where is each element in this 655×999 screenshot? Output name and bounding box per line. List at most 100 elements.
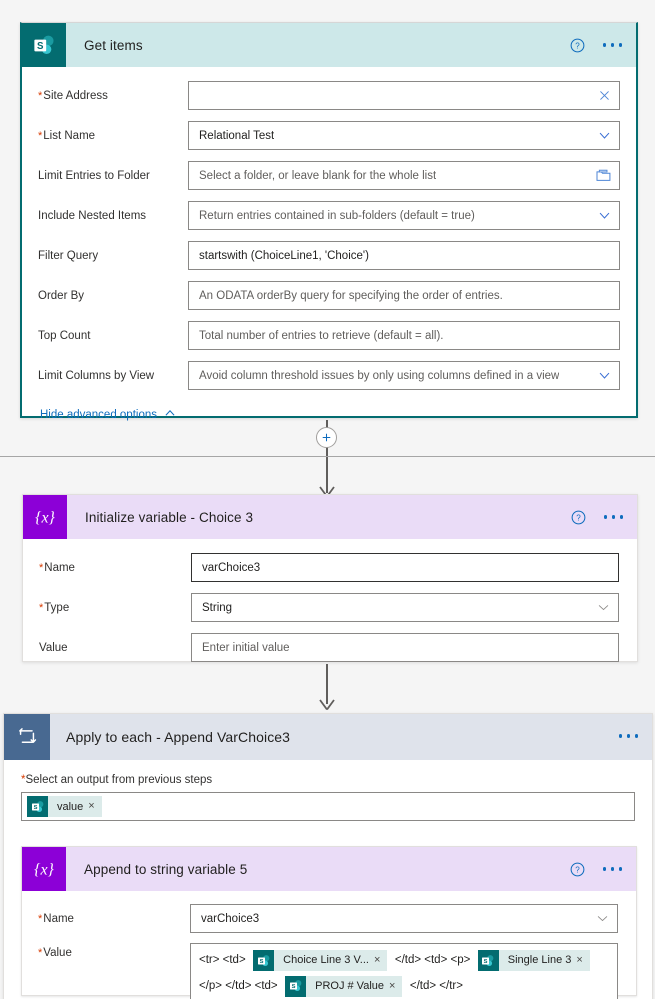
token-label: PROJ # Value bbox=[315, 979, 384, 992]
html-text-fragment: </td> </tr> bbox=[409, 979, 463, 992]
field-row-filter-query: Filter Query startswith (ChoiceLine1, 'C… bbox=[38, 241, 620, 270]
ellipsis-icon[interactable] bbox=[602, 509, 626, 525]
svg-text:S: S bbox=[291, 984, 295, 990]
folder-icon[interactable] bbox=[590, 169, 611, 182]
field-row-limit-entries-to-folder: Limit Entries to Folder Select a folder,… bbox=[38, 161, 620, 190]
token-label: Choice Line 3 V... bbox=[283, 954, 369, 967]
token-chip-single-line-3[interactable]: S Single Line 3 × bbox=[477, 950, 590, 972]
plus-icon bbox=[322, 433, 331, 442]
token-remove-icon[interactable]: × bbox=[374, 955, 387, 966]
initialize-variable-header[interactable]: {x} Initialize variable - Choice 3 ? bbox=[23, 495, 637, 539]
sharepoint-icon: S bbox=[477, 950, 499, 972]
token-label: value bbox=[57, 800, 84, 813]
html-text-fragment: </td> <td> <p> bbox=[394, 954, 471, 967]
append-name-dropdown[interactable]: varChoice3 bbox=[190, 904, 618, 933]
close-icon[interactable] bbox=[592, 89, 611, 102]
label-top-count: Top Count bbox=[38, 329, 91, 342]
token-chip-value[interactable]: S value × bbox=[27, 796, 102, 817]
apply-to-each-header[interactable]: Apply to each - Append VarChoice3 bbox=[4, 714, 652, 760]
svg-text:?: ? bbox=[575, 41, 580, 50]
field-row-variable-value: Value Enter initial value bbox=[39, 633, 619, 662]
hide-advanced-options-link[interactable]: Hide advanced options bbox=[38, 407, 620, 422]
chevron-down-icon[interactable] bbox=[592, 209, 611, 222]
svg-text:{x}: {x} bbox=[34, 862, 54, 879]
svg-text:S: S bbox=[33, 805, 37, 811]
include-nested-items-dropdown[interactable]: Return entries contained in sub-folders … bbox=[188, 201, 620, 230]
select-output-label: *Select an output from previous steps bbox=[21, 774, 213, 786]
token-chip-choice-line-3[interactable]: S Choice Line 3 V... × bbox=[253, 950, 388, 972]
ellipsis-icon[interactable] bbox=[617, 728, 641, 744]
add-step-button[interactable] bbox=[316, 427, 337, 448]
svg-text:?: ? bbox=[576, 513, 581, 522]
field-row-variable-name: *Name varChoice3 bbox=[39, 553, 619, 582]
label-list-name: *List Name bbox=[38, 129, 96, 142]
chevron-down-icon[interactable] bbox=[592, 129, 611, 142]
svg-text:{x}: {x} bbox=[35, 510, 55, 527]
label-order-by: Order By bbox=[38, 289, 85, 302]
limit-entries-to-folder-input[interactable]: Select a folder, or leave blank for the … bbox=[188, 161, 620, 190]
variable-value-input[interactable]: Enter initial value bbox=[191, 633, 619, 662]
chevron-down-icon[interactable] bbox=[591, 601, 610, 614]
list-name-dropdown[interactable]: Relational Test bbox=[188, 121, 620, 150]
loop-icon bbox=[4, 714, 50, 760]
variable-name-input[interactable]: varChoice3 bbox=[191, 553, 619, 582]
html-text-fragment: <tr> <td> bbox=[199, 954, 246, 967]
append-to-string-variable-card[interactable]: {x} Append to string variable 5 ? *Name … bbox=[21, 846, 637, 999]
append-value-input[interactable]: <tr> <td> S Choice Line 3 V... × </td> <… bbox=[190, 943, 618, 999]
token-remove-icon[interactable]: × bbox=[576, 955, 589, 966]
sharepoint-icon: S bbox=[285, 975, 307, 997]
token-remove-icon[interactable]: × bbox=[88, 801, 101, 812]
section-divider bbox=[0, 456, 655, 457]
label-filter-query: Filter Query bbox=[38, 249, 99, 262]
hide-advanced-options-label: Hide advanced options bbox=[40, 408, 157, 421]
field-row-limit-columns-by-view: Limit Columns by View Avoid column thres… bbox=[38, 361, 620, 390]
top-count-input[interactable]: Total number of entries to retrieve (def… bbox=[188, 321, 620, 350]
token-remove-icon[interactable]: × bbox=[389, 980, 402, 992]
field-row-append-value: *Value <tr> <td> S Choice Line 3 V... × bbox=[38, 943, 618, 999]
label-limit-columns-by-view: Limit Columns by View bbox=[38, 369, 155, 382]
ellipsis-icon[interactable] bbox=[601, 861, 625, 877]
filter-query-input[interactable]: startswith (ChoiceLine1, 'Choice') bbox=[188, 241, 620, 270]
get-items-title: Get items bbox=[84, 37, 143, 53]
field-row-include-nested-items: Include Nested Items Return entries cont… bbox=[38, 201, 620, 230]
label-include-nested-items: Include Nested Items bbox=[38, 209, 147, 222]
variable-type-dropdown[interactable]: String bbox=[191, 593, 619, 622]
initialize-variable-card[interactable]: {x} Initialize variable - Choice 3 ? *Na… bbox=[22, 494, 638, 662]
svg-text:S: S bbox=[259, 959, 263, 965]
append-to-string-variable-header[interactable]: {x} Append to string variable 5 ? bbox=[22, 847, 636, 891]
label-variable-name: *Name bbox=[39, 561, 75, 574]
help-circle-icon[interactable]: ? bbox=[571, 510, 586, 525]
append-value-line-2: </p> </td> <td> S PROJ # Value × </td> <… bbox=[197, 973, 611, 998]
append-value-line-1: <tr> <td> S Choice Line 3 V... × </td> <… bbox=[197, 948, 611, 973]
flow-designer-canvas: S Get items ? *Site Address *List Name R… bbox=[0, 0, 655, 999]
sharepoint-icon: S bbox=[27, 796, 48, 817]
chevron-down-icon[interactable] bbox=[592, 369, 611, 382]
label-variable-type: *Type bbox=[39, 601, 70, 614]
chevron-down-icon[interactable] bbox=[590, 912, 609, 925]
site-address-input[interactable] bbox=[188, 81, 620, 110]
token-chip-proj-value[interactable]: S PROJ # Value × bbox=[285, 975, 403, 997]
ellipsis-icon[interactable] bbox=[601, 37, 625, 53]
svg-text:?: ? bbox=[575, 865, 580, 874]
field-row-append-name: *Name varChoice3 bbox=[38, 904, 618, 933]
help-circle-icon[interactable]: ? bbox=[570, 38, 585, 53]
get-items-card[interactable]: S Get items ? *Site Address *List Name R… bbox=[20, 22, 638, 421]
apply-to-each-card[interactable]: Apply to each - Append VarChoice3 *Selec… bbox=[3, 713, 653, 999]
order-by-input[interactable]: An ODATA orderBy query for specifying th… bbox=[188, 281, 620, 310]
svg-text:S: S bbox=[484, 959, 488, 965]
label-append-name: *Name bbox=[38, 912, 74, 925]
variable-icon: {x} bbox=[22, 847, 66, 891]
get-items-header[interactable]: S Get items ? bbox=[22, 23, 636, 67]
apply-to-each-title: Apply to each - Append VarChoice3 bbox=[66, 729, 291, 745]
field-row-variable-type: *Type String bbox=[39, 593, 619, 622]
variable-icon: {x} bbox=[23, 495, 67, 539]
sharepoint-icon: S bbox=[253, 950, 275, 972]
field-row-order-by: Order By An ODATA orderBy query for spec… bbox=[38, 281, 620, 310]
help-circle-icon[interactable]: ? bbox=[570, 862, 585, 877]
label-append-value: *Value bbox=[38, 947, 72, 959]
select-output-input[interactable]: S value × bbox=[21, 792, 635, 821]
field-row-site-address: *Site Address bbox=[38, 81, 620, 110]
limit-columns-by-view-dropdown[interactable]: Avoid column threshold issues by only us… bbox=[188, 361, 620, 390]
chevron-up-icon bbox=[164, 407, 176, 422]
label-site-address: *Site Address bbox=[38, 89, 108, 102]
